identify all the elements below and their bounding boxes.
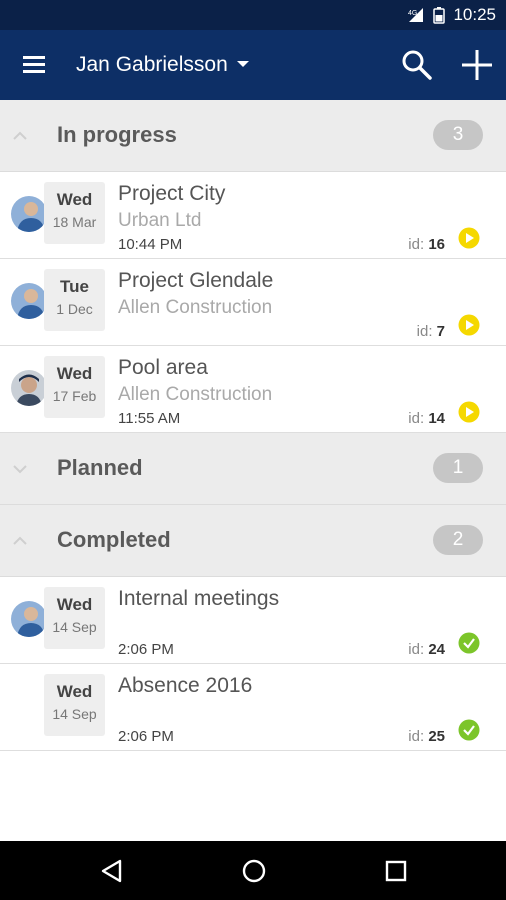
check-status-icon bbox=[458, 719, 480, 741]
section-count-badge: 2 bbox=[433, 525, 483, 555]
section-title: In progress bbox=[57, 122, 177, 147]
search-icon[interactable] bbox=[400, 48, 434, 82]
list-item[interactable]: Wed 17 Feb Pool area Allen Construction … bbox=[0, 346, 506, 433]
list-item[interactable]: Wed 14 Sep Absence 2016 2:06 PM id: 25 bbox=[0, 664, 506, 751]
add-icon[interactable] bbox=[458, 46, 496, 84]
date-weekday: Wed bbox=[56, 364, 93, 383]
user-selector[interactable]: Jan Gabrielsson bbox=[76, 50, 250, 80]
play-status-icon bbox=[458, 314, 480, 336]
section-title: Planned bbox=[57, 455, 143, 480]
item-title: Project Glendale bbox=[118, 269, 274, 292]
date-weekday: Wed bbox=[56, 190, 93, 209]
back-icon[interactable] bbox=[98, 857, 126, 885]
item-id: id: 16 bbox=[408, 236, 445, 253]
avatar bbox=[11, 601, 47, 637]
list-item[interactable]: Wed 14 Sep Internal meetings 2:06 PM id:… bbox=[0, 577, 506, 664]
avatar bbox=[11, 370, 47, 406]
date-box: Tue 1 Dec bbox=[44, 269, 105, 331]
section-in-progress[interactable]: In progress 3 bbox=[0, 100, 506, 172]
chevron-up-icon bbox=[10, 531, 30, 551]
section-completed[interactable]: Completed 2 bbox=[0, 505, 506, 577]
avatar bbox=[11, 196, 47, 232]
list-item[interactable]: Tue 1 Dec Project Glendale Allen Constru… bbox=[0, 259, 506, 346]
chevron-down-icon bbox=[10, 459, 30, 479]
dropdown-arrow-icon bbox=[236, 56, 250, 74]
svg-text:4G: 4G bbox=[408, 10, 417, 17]
date-weekday: Wed bbox=[56, 682, 93, 701]
avatar bbox=[11, 283, 47, 319]
date-day: 14 Sep bbox=[52, 706, 97, 722]
section-title: Completed bbox=[57, 527, 171, 552]
date-box: Wed 14 Sep bbox=[44, 674, 105, 736]
chevron-up-icon bbox=[10, 126, 30, 146]
item-id: id: 7 bbox=[416, 323, 445, 340]
recents-icon[interactable] bbox=[382, 857, 410, 885]
item-title: Pool area bbox=[118, 356, 208, 379]
signal-icon: 4G bbox=[407, 7, 425, 23]
home-icon[interactable] bbox=[240, 857, 268, 885]
date-weekday: Wed bbox=[56, 595, 93, 614]
app-title: Jan Gabrielsson bbox=[76, 53, 228, 76]
item-id: id: 25 bbox=[408, 728, 445, 745]
item-client: Urban Ltd bbox=[118, 210, 202, 231]
play-status-icon bbox=[458, 401, 480, 423]
check-status-icon bbox=[458, 632, 480, 654]
system-nav-bar bbox=[0, 841, 506, 900]
item-time: 2:06 PM bbox=[118, 641, 174, 658]
battery-icon bbox=[433, 6, 446, 24]
date-day: 1 Dec bbox=[56, 301, 93, 317]
item-time: 2:06 PM bbox=[118, 728, 174, 745]
menu-icon[interactable] bbox=[20, 52, 50, 78]
date-weekday: Tue bbox=[60, 277, 89, 296]
item-client: Allen Construction bbox=[118, 297, 273, 318]
list-item[interactable]: Wed 18 Mar Project City Urban Ltd 10:44 … bbox=[0, 172, 506, 259]
date-box: Wed 17 Feb bbox=[44, 356, 105, 418]
item-title: Absence 2016 bbox=[118, 674, 253, 697]
date-day: 18 Mar bbox=[52, 214, 97, 230]
item-time: 10:44 PM bbox=[118, 236, 183, 253]
play-status-icon bbox=[458, 227, 480, 249]
date-day: 14 Sep bbox=[52, 619, 97, 635]
status-time: 10:25 bbox=[453, 5, 496, 24]
status-bar: 4G 10:25 bbox=[0, 0, 506, 30]
date-day: 17 Feb bbox=[52, 388, 97, 404]
date-box: Wed 14 Sep bbox=[44, 587, 105, 649]
section-planned[interactable]: Planned 1 bbox=[0, 433, 506, 505]
app-bar: Jan Gabrielsson bbox=[0, 30, 506, 100]
section-count-badge: 3 bbox=[433, 120, 483, 150]
item-time: 11:55 AM bbox=[118, 410, 181, 427]
item-title: Internal meetings bbox=[118, 587, 280, 610]
item-client: Allen Construction bbox=[118, 384, 273, 405]
project-list: In progress 3 Wed 18 Mar Project City Ur… bbox=[0, 100, 506, 751]
item-id: id: 14 bbox=[408, 410, 445, 427]
section-count-badge: 1 bbox=[433, 453, 483, 483]
item-id: id: 24 bbox=[408, 641, 445, 658]
date-box: Wed 18 Mar bbox=[44, 182, 105, 244]
item-title: Project City bbox=[118, 182, 226, 205]
